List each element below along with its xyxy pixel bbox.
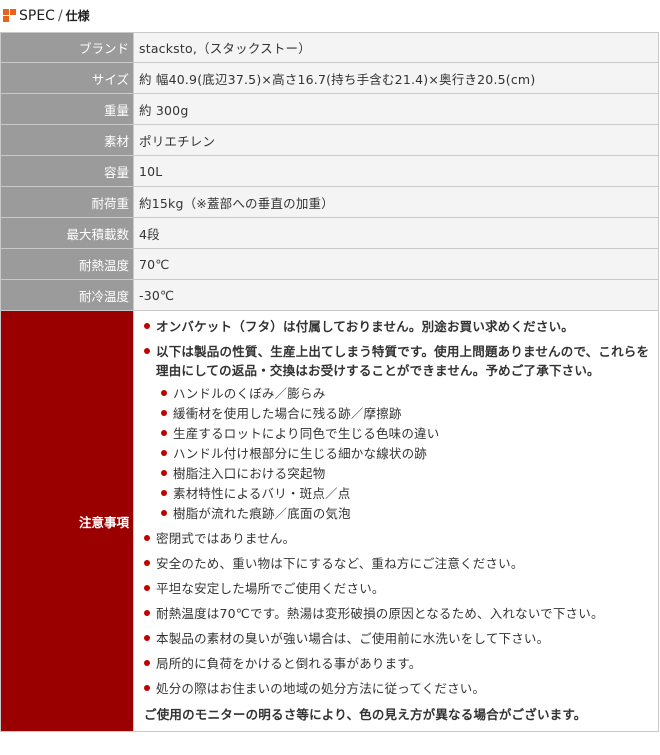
spec-header: SPEC / 仕様 (0, 0, 660, 32)
bullet-icon (161, 410, 167, 416)
spec-row: 重量 約 300g (0, 93, 659, 125)
spec-label: 素材 (0, 124, 134, 156)
spec-value: 約15kg（※蓋部への垂直の加重） (133, 186, 659, 218)
bullet-icon (161, 510, 167, 516)
bullet-icon (144, 535, 150, 541)
spec-value: 4段 (133, 217, 659, 249)
section-title-en: SPEC (19, 8, 55, 24)
notice-item: 平坦な安定した場所でご使用ください。 (139, 579, 658, 598)
spec-label: ブランド (0, 32, 134, 63)
notice-subitem: 素材特性によるバリ・斑点／点 (156, 484, 658, 503)
spec-value: 10L (133, 155, 659, 187)
spec-row: 耐荷重 約15kg（※蓋部への垂直の加重） (0, 186, 659, 218)
spec-row: 容量 10L (0, 155, 659, 187)
spec-row: 耐冷温度 -30℃ (0, 279, 659, 311)
notice-list: オンバケット（フタ）は付属しておりません。別途お買い求めください。 以下は製品の… (139, 317, 658, 698)
notice-row: 注意事項 オンバケット（フタ）は付属しておりません。別途お買い求めください。 以… (0, 310, 659, 732)
notice-item: オンバケット（フタ）は付属しておりません。別途お買い求めください。 (139, 317, 658, 336)
notice-item: 処分の際はお住まいの地域の処分方法に従ってください。 (139, 679, 658, 698)
notice-subitem: 樹脂が流れた痕跡／底面の気泡 (156, 504, 658, 523)
spec-value: 70℃ (133, 248, 659, 280)
spec-label: 耐荷重 (0, 186, 134, 218)
bullet-icon (144, 585, 150, 591)
bullet-icon (144, 348, 150, 354)
notice-subitem: ハンドル付け根部分に生じる細かな線状の跡 (156, 444, 658, 463)
notice-footnote: ご使用のモニターの明るさ等により、色の見え方が異なる場合がございます。 (144, 707, 587, 722)
spec-table: ブランド stacksto,（スタックストー） サイズ 約 幅40.9(底辺37… (0, 32, 659, 732)
spec-row: 耐熱温度 70℃ (0, 248, 659, 280)
spec-label: サイズ (0, 62, 134, 94)
spec-label: 耐熱温度 (0, 248, 134, 280)
spec-label: 重量 (0, 93, 134, 125)
notice-item: 耐熱温度は70℃です。熱湯は変形破損の原因となるため、入れないで下さい。 (139, 604, 658, 623)
notice-item: 安全のため、重い物は下にするなど、重ね方にご注意ください。 (139, 554, 658, 573)
orange-squares-icon (3, 9, 16, 22)
spec-value: -30℃ (133, 279, 659, 311)
spec-row: 素材 ポリエチレン (0, 124, 659, 156)
spec-row: 最大積載数 4段 (0, 217, 659, 249)
notice-item: 密閉式ではありません。 (139, 529, 658, 548)
spec-row: サイズ 約 幅40.9(底辺37.5)×高さ16.7(持ち手含む21.4)×奥行… (0, 62, 659, 94)
notice-subitem: ハンドルのくぼみ／膨らみ (156, 384, 658, 403)
notice-label: 注意事項 (0, 310, 134, 732)
bullet-icon (161, 390, 167, 396)
bullet-icon (144, 323, 150, 329)
spec-label: 最大積載数 (0, 217, 134, 249)
spec-row: ブランド stacksto,（スタックストー） (0, 32, 659, 63)
bullet-icon (161, 450, 167, 456)
bullet-icon (144, 560, 150, 566)
spec-value: ポリエチレン (133, 124, 659, 156)
bullet-icon (161, 490, 167, 496)
bullet-icon (144, 660, 150, 666)
bullet-icon (144, 610, 150, 616)
bullet-icon (161, 430, 167, 436)
notice-item: 本製品の素材の臭いが強い場合は、ご使用前に水洗いをして下さい。 (139, 629, 658, 648)
notice-subitem: 生産するロットにより同色で生じる色味の違い (156, 424, 658, 443)
section-title: SPEC / 仕様 (19, 8, 90, 24)
notice-subitem: 樹脂注入口における突起物 (156, 464, 658, 483)
bullet-icon (161, 470, 167, 476)
notice-item: 以下は製品の性質、生産上出てしまう特質です。使用上問題ありませんので、これらを理… (139, 342, 658, 523)
notice-subitem: 緩衝材を使用した場合に残る跡／摩擦跡 (156, 404, 658, 423)
bullet-icon (144, 635, 150, 641)
notice-sublist: ハンドルのくぼみ／膨らみ 緩衝材を使用した場合に残る跡／摩擦跡 生産するロットに… (156, 384, 658, 523)
spec-label: 耐冷温度 (0, 279, 134, 311)
section-title-ja: 仕様 (65, 9, 90, 23)
spec-value: 約 300g (133, 93, 659, 125)
notice-item: 局所的に負荷をかけると倒れる事があります。 (139, 654, 658, 673)
bullet-icon (144, 685, 150, 691)
spec-label: 容量 (0, 155, 134, 187)
notice-content: オンバケット（フタ）は付属しておりません。別途お買い求めください。 以下は製品の… (133, 310, 659, 732)
spec-value: stacksto,（スタックストー） (133, 32, 659, 63)
spec-value: 約 幅40.9(底辺37.5)×高さ16.7(持ち手含む21.4)×奥行き20.… (133, 62, 659, 94)
